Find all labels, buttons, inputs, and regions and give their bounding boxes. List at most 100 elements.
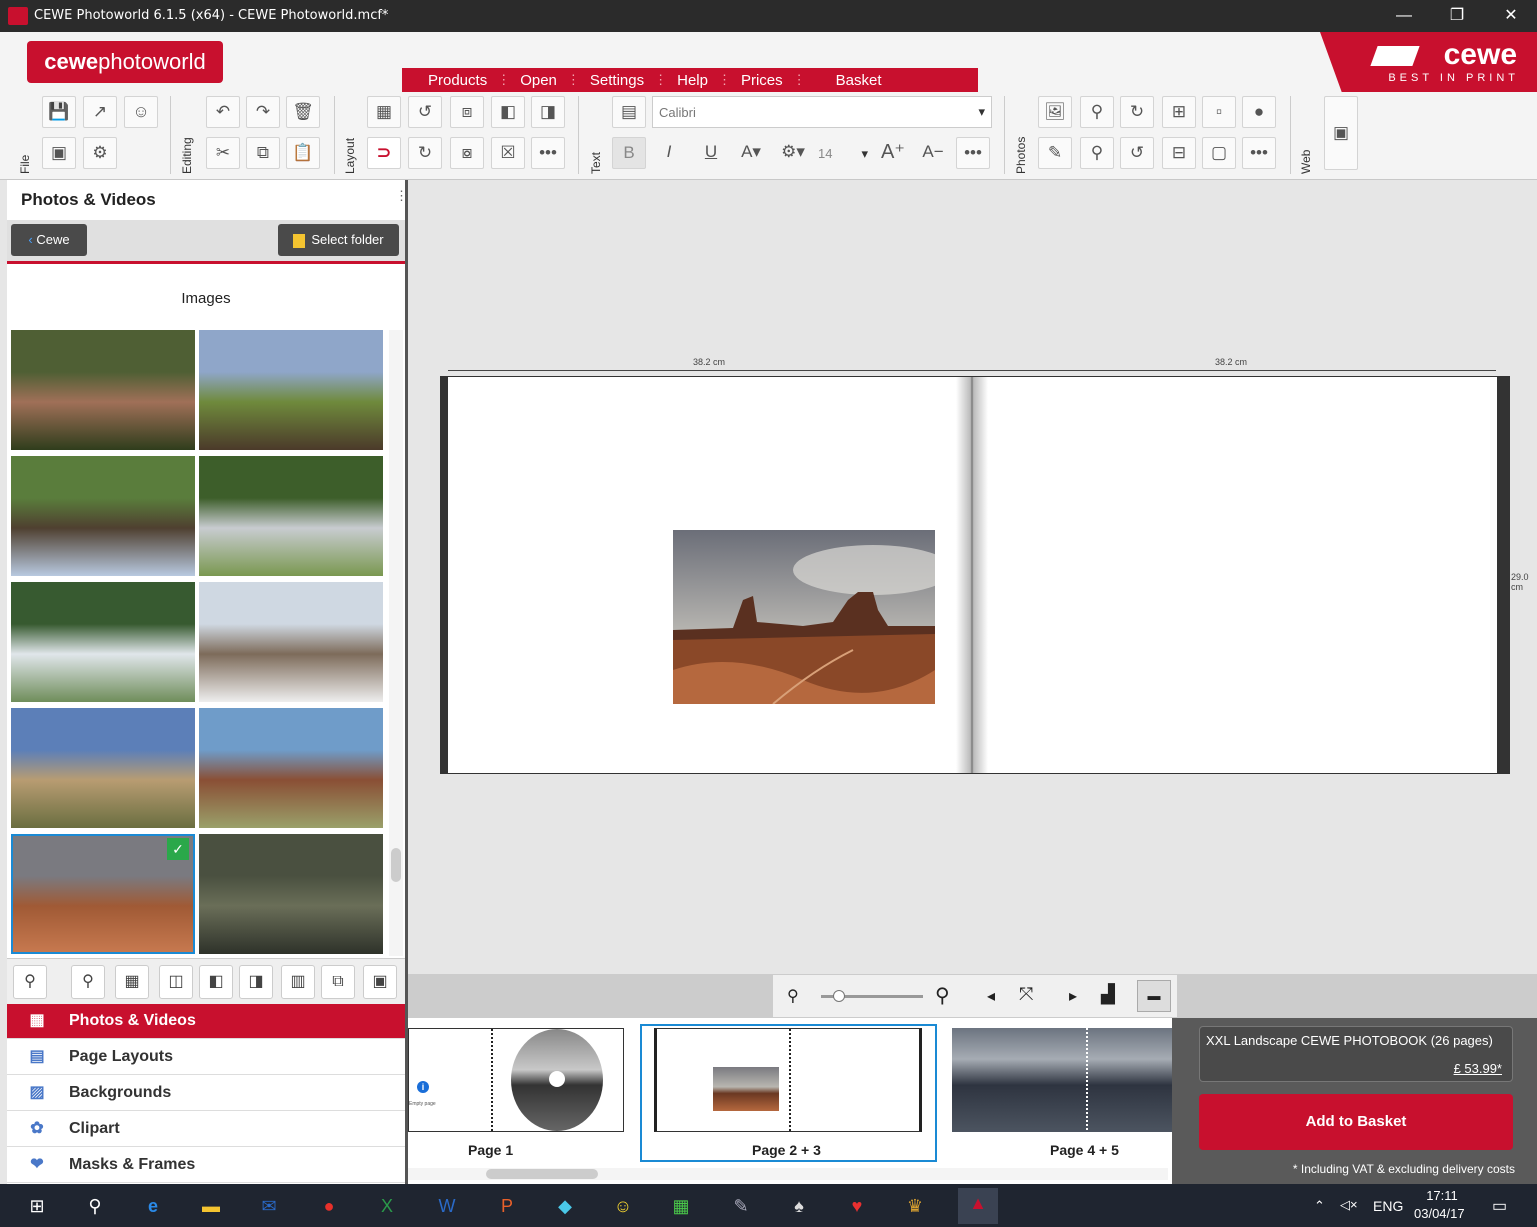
right-page[interactable] xyxy=(973,377,1497,773)
image-thumbnail-waterfall[interactable] xyxy=(11,582,195,702)
more-photos-icon[interactable]: ••• xyxy=(1242,137,1276,169)
more-text-icon[interactable]: ••• xyxy=(956,137,990,169)
previous-page-icon[interactable]: ◂ xyxy=(987,986,995,1006)
remove-element-icon[interactable]: ☒ xyxy=(491,137,525,169)
view-medium-icon[interactable]: ◧ xyxy=(199,965,233,999)
view-small-icon[interactable]: ◨ xyxy=(239,965,273,999)
opera-icon[interactable]: ● xyxy=(314,1191,344,1221)
frame-icon[interactable]: ▢ xyxy=(1202,137,1236,169)
image-thumbnail-gateway-arch[interactable] xyxy=(199,582,383,702)
more-layout-icon[interactable]: ••• xyxy=(531,137,565,169)
text-effect-icon[interactable]: ⚙▾ xyxy=(776,137,810,169)
hearts-app-icon[interactable]: ♥ xyxy=(842,1191,872,1221)
fit-screen-icon[interactable]: ⤧ xyxy=(1019,984,1033,1005)
zoom-out-icon[interactable]: ⚲ xyxy=(13,965,47,999)
restore-button[interactable]: ❐ xyxy=(1434,0,1480,32)
image-thumbnail-monument-valley[interactable]: ✓ xyxy=(11,834,195,954)
edge-browser-icon[interactable]: e xyxy=(138,1191,168,1221)
paste-icon[interactable]: 📋 xyxy=(286,137,320,169)
back-button[interactable]: ‹ Cewe xyxy=(11,224,87,256)
circle-mask-icon[interactable]: ● xyxy=(1242,96,1276,128)
select-folder-button[interactable]: Select folder xyxy=(278,224,399,256)
thumb-scrollbar[interactable] xyxy=(408,1168,1168,1180)
view-details-icon[interactable]: ▥ xyxy=(281,965,315,999)
menu-products[interactable]: Products xyxy=(418,72,497,89)
assistant-icon[interactable]: ☺ xyxy=(124,96,158,128)
send-backward-icon[interactable]: ⧇ xyxy=(450,137,484,169)
redo-icon[interactable]: ↷ xyxy=(246,96,280,128)
font-family-select[interactable]: Calibri ▾ xyxy=(652,96,992,128)
gem-app-icon[interactable]: ◆ xyxy=(550,1191,580,1221)
import-icon[interactable]: ▣ xyxy=(363,965,397,999)
grid-app-icon[interactable]: ▦ xyxy=(666,1191,696,1221)
rotate-left-icon[interactable]: ↺ xyxy=(408,96,442,128)
zoom-out-icon[interactable]: ⚲ xyxy=(787,986,799,1006)
italic-button[interactable]: I xyxy=(652,137,686,169)
bring-forward-icon[interactable]: ⧈ xyxy=(450,96,484,128)
bold-button[interactable]: B xyxy=(612,137,646,169)
zoom-in-icon[interactable]: ⚲ xyxy=(935,983,950,1008)
layer-down-icon[interactable]: ◨ xyxy=(531,96,565,128)
price-amount[interactable]: £ 53.99* xyxy=(1454,1061,1502,1076)
image-scrollbar[interactable] xyxy=(389,330,403,956)
zoom-photo-icon[interactable]: ⚲ xyxy=(1080,96,1114,128)
menu-basket[interactable]: Basket xyxy=(806,72,892,89)
magnet-icon[interactable]: ⊃ xyxy=(367,137,401,169)
page-1-thumbnail[interactable]: i Empty page xyxy=(408,1028,624,1132)
clock-time[interactable]: 17:11 xyxy=(1420,1188,1464,1203)
grid-icon[interactable]: ▦ xyxy=(367,96,401,128)
pen-app-icon[interactable]: ✎ xyxy=(726,1191,756,1221)
sort-icon[interactable]: ⧉ xyxy=(321,965,355,999)
placed-photo-monument-valley[interactable] xyxy=(673,530,935,704)
view-grid-icon[interactable]: ▦ xyxy=(115,965,149,999)
rotate-photo-icon[interactable]: ↻ xyxy=(1120,96,1154,128)
crop-icon[interactable]: ⊞ xyxy=(1162,96,1196,128)
image-thumbnail-garden-courtyard[interactable] xyxy=(11,330,195,450)
powerpoint-icon[interactable]: P xyxy=(492,1191,522,1221)
split-icon[interactable]: ⊟ xyxy=(1162,137,1196,169)
text-color-icon[interactable]: A▾ xyxy=(734,137,768,169)
fit-photo-icon[interactable]: ⚲ xyxy=(1080,137,1114,169)
menu-open[interactable]: Open xyxy=(510,72,567,89)
edit-photo-icon[interactable]: ✎ xyxy=(1038,137,1072,169)
notification-icon[interactable]: ▭ xyxy=(1492,1196,1507,1216)
shadow-icon[interactable]: ▫ xyxy=(1202,96,1236,128)
add-to-basket-button[interactable]: Add to Basket xyxy=(1199,1094,1513,1150)
smiley-app-icon[interactable]: ☺ xyxy=(608,1191,638,1221)
layer-up-icon[interactable]: ◧ xyxy=(491,96,525,128)
word-icon[interactable]: W xyxy=(432,1191,462,1221)
search-icon[interactable]: ⚲ xyxy=(80,1191,110,1221)
cut-icon[interactable]: ✂ xyxy=(206,137,240,169)
photo-icon[interactable]: 🖼 xyxy=(1038,96,1072,128)
page-4-5-thumbnail[interactable] xyxy=(952,1028,1172,1132)
sidebar-nav-clipart[interactable]: ✿ Clipart xyxy=(7,1112,405,1147)
grow-font-button[interactable]: A⁺ xyxy=(876,137,910,169)
underline-button[interactable]: U xyxy=(694,137,728,169)
rotate-right-icon[interactable]: ↻ xyxy=(408,137,442,169)
font-size-select[interactable]: 14 ▾ xyxy=(812,140,872,168)
ruler-toggle-icon[interactable]: ▬ xyxy=(1137,980,1171,1012)
zoom-slider-handle[interactable] xyxy=(833,990,845,1002)
sidebar-nav-backgrounds[interactable]: ▨ Backgrounds xyxy=(7,1076,405,1111)
image-thumbnail-forest-bridge[interactable] xyxy=(199,456,383,576)
text-box-icon[interactable]: ▤ xyxy=(612,96,646,128)
page-2-3-thumbnail[interactable] xyxy=(654,1028,922,1132)
thumb-scroll-handle[interactable] xyxy=(486,1169,598,1179)
flip-photo-icon[interactable]: ↺ xyxy=(1120,137,1154,169)
export-icon[interactable]: ↗ xyxy=(83,96,117,128)
image-thumbnail-canyon-cliff[interactable] xyxy=(11,708,195,828)
chevron-up-icon[interactable]: ⌃ xyxy=(1314,1198,1325,1214)
excel-icon[interactable]: X xyxy=(372,1191,402,1221)
clock-date[interactable]: 03/04/17 xyxy=(1414,1206,1465,1221)
image-thumbnail-water-mill[interactable] xyxy=(11,456,195,576)
file-explorer-icon[interactable]: ▬ xyxy=(196,1191,226,1221)
outlook-icon[interactable]: ✉ xyxy=(254,1191,284,1221)
sidebar-nav-masks-frames[interactable]: ❤ Masks & Frames xyxy=(7,1148,405,1183)
save-as-icon[interactable]: ▣ xyxy=(42,137,76,169)
speaker-muted-icon[interactable]: ◁× xyxy=(1340,1197,1358,1213)
image-thumbnail-log-cabin[interactable] xyxy=(199,330,383,450)
delete-icon[interactable]: 🗑 xyxy=(286,96,320,128)
undo-icon[interactable]: ↶ xyxy=(206,96,240,128)
scroll-thumb[interactable] xyxy=(391,848,401,882)
shrink-font-button[interactable]: A− xyxy=(916,137,950,169)
